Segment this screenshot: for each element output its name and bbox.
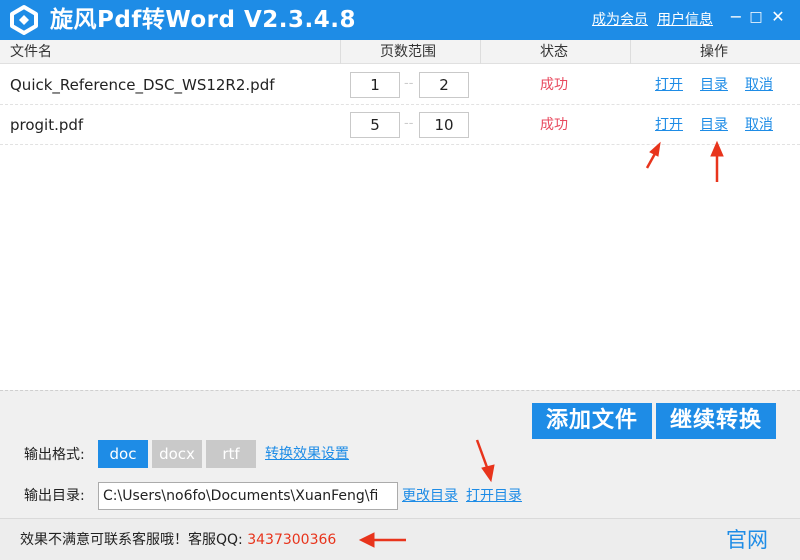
format-doc-button[interactable]: doc xyxy=(98,440,148,468)
header-page-range: 页数范围 xyxy=(380,44,436,60)
table-row: Quick_Reference_DSC_WS12R2.pdf 1 -- 2 成功… xyxy=(0,65,800,105)
output-dir-label: 输出目录: xyxy=(24,488,85,504)
minimize-button[interactable]: − xyxy=(726,6,746,28)
app-title: 旋风Pdf转Word V2.3.4.8 xyxy=(50,7,357,33)
open-dir-link[interactable]: 打开目录 xyxy=(466,486,522,506)
add-file-button[interactable]: 添加文件 xyxy=(532,403,652,439)
header-actions: 操作 xyxy=(700,44,728,60)
close-button[interactable]: ✕ xyxy=(768,6,788,28)
page-to-input[interactable]: 10 xyxy=(419,112,469,138)
output-format-label: 输出格式: xyxy=(24,447,85,463)
format-docx-button[interactable]: docx xyxy=(152,440,202,468)
support-text: 效果不满意可联系客服哦！客服QQ: xyxy=(20,532,248,548)
change-dir-link[interactable]: 更改目录 xyxy=(402,486,458,506)
open-directory-link[interactable]: 目录 xyxy=(700,75,728,95)
page-to-input[interactable]: 2 xyxy=(419,72,469,98)
header-divider xyxy=(340,40,341,64)
header-status: 状态 xyxy=(540,44,568,60)
user-info-link[interactable]: 用户信息 xyxy=(657,11,713,29)
annotation-arrow-icon xyxy=(710,140,724,182)
official-site-link[interactable]: 官网 xyxy=(726,527,768,553)
conversion-settings-link[interactable]: 转换效果设置 xyxy=(265,444,349,464)
table-row: progit.pdf 5 -- 10 成功 打开 目录 取消 xyxy=(0,105,800,145)
maximize-button[interactable]: □ xyxy=(746,6,766,28)
app-logo-icon xyxy=(10,5,38,35)
become-member-link[interactable]: 成为会员 xyxy=(592,11,648,29)
support-qq-number: 3437300366 xyxy=(247,532,337,548)
file-name: progit.pdf xyxy=(10,116,84,134)
status-text: 成功 xyxy=(540,117,568,133)
open-file-link[interactable]: 打开 xyxy=(655,115,683,135)
open-file-link[interactable]: 打开 xyxy=(655,75,683,95)
open-directory-link[interactable]: 目录 xyxy=(700,115,728,135)
format-rtf-button[interactable]: rtf xyxy=(206,440,256,468)
cancel-link[interactable]: 取消 xyxy=(745,115,773,135)
support-message: 效果不满意可联系客服哦！客服QQ: 3437300366 xyxy=(20,530,336,550)
cancel-link[interactable]: 取消 xyxy=(745,75,773,95)
range-separator: -- xyxy=(404,76,414,91)
range-separator: -- xyxy=(404,116,414,131)
status-text: 成功 xyxy=(540,77,568,93)
header-filename: 文件名 xyxy=(10,44,52,60)
page-from-input[interactable]: 5 xyxy=(350,112,400,138)
title-bar: 旋风Pdf转Word V2.3.4.8 成为会员 用户信息 − □ ✕ xyxy=(0,0,800,40)
page-from-input[interactable]: 1 xyxy=(350,72,400,98)
continue-convert-button[interactable]: 继续转换 xyxy=(656,403,776,439)
file-name: Quick_Reference_DSC_WS12R2.pdf xyxy=(10,76,275,94)
annotation-arrow-icon xyxy=(645,141,661,169)
output-dir-field[interactable]: C:\Users\no6fo\Documents\XuanFeng\fi xyxy=(98,482,398,510)
header-divider xyxy=(630,40,631,64)
table-header: 文件名 页数范围 状态 操作 xyxy=(0,40,800,64)
header-divider xyxy=(480,40,481,64)
